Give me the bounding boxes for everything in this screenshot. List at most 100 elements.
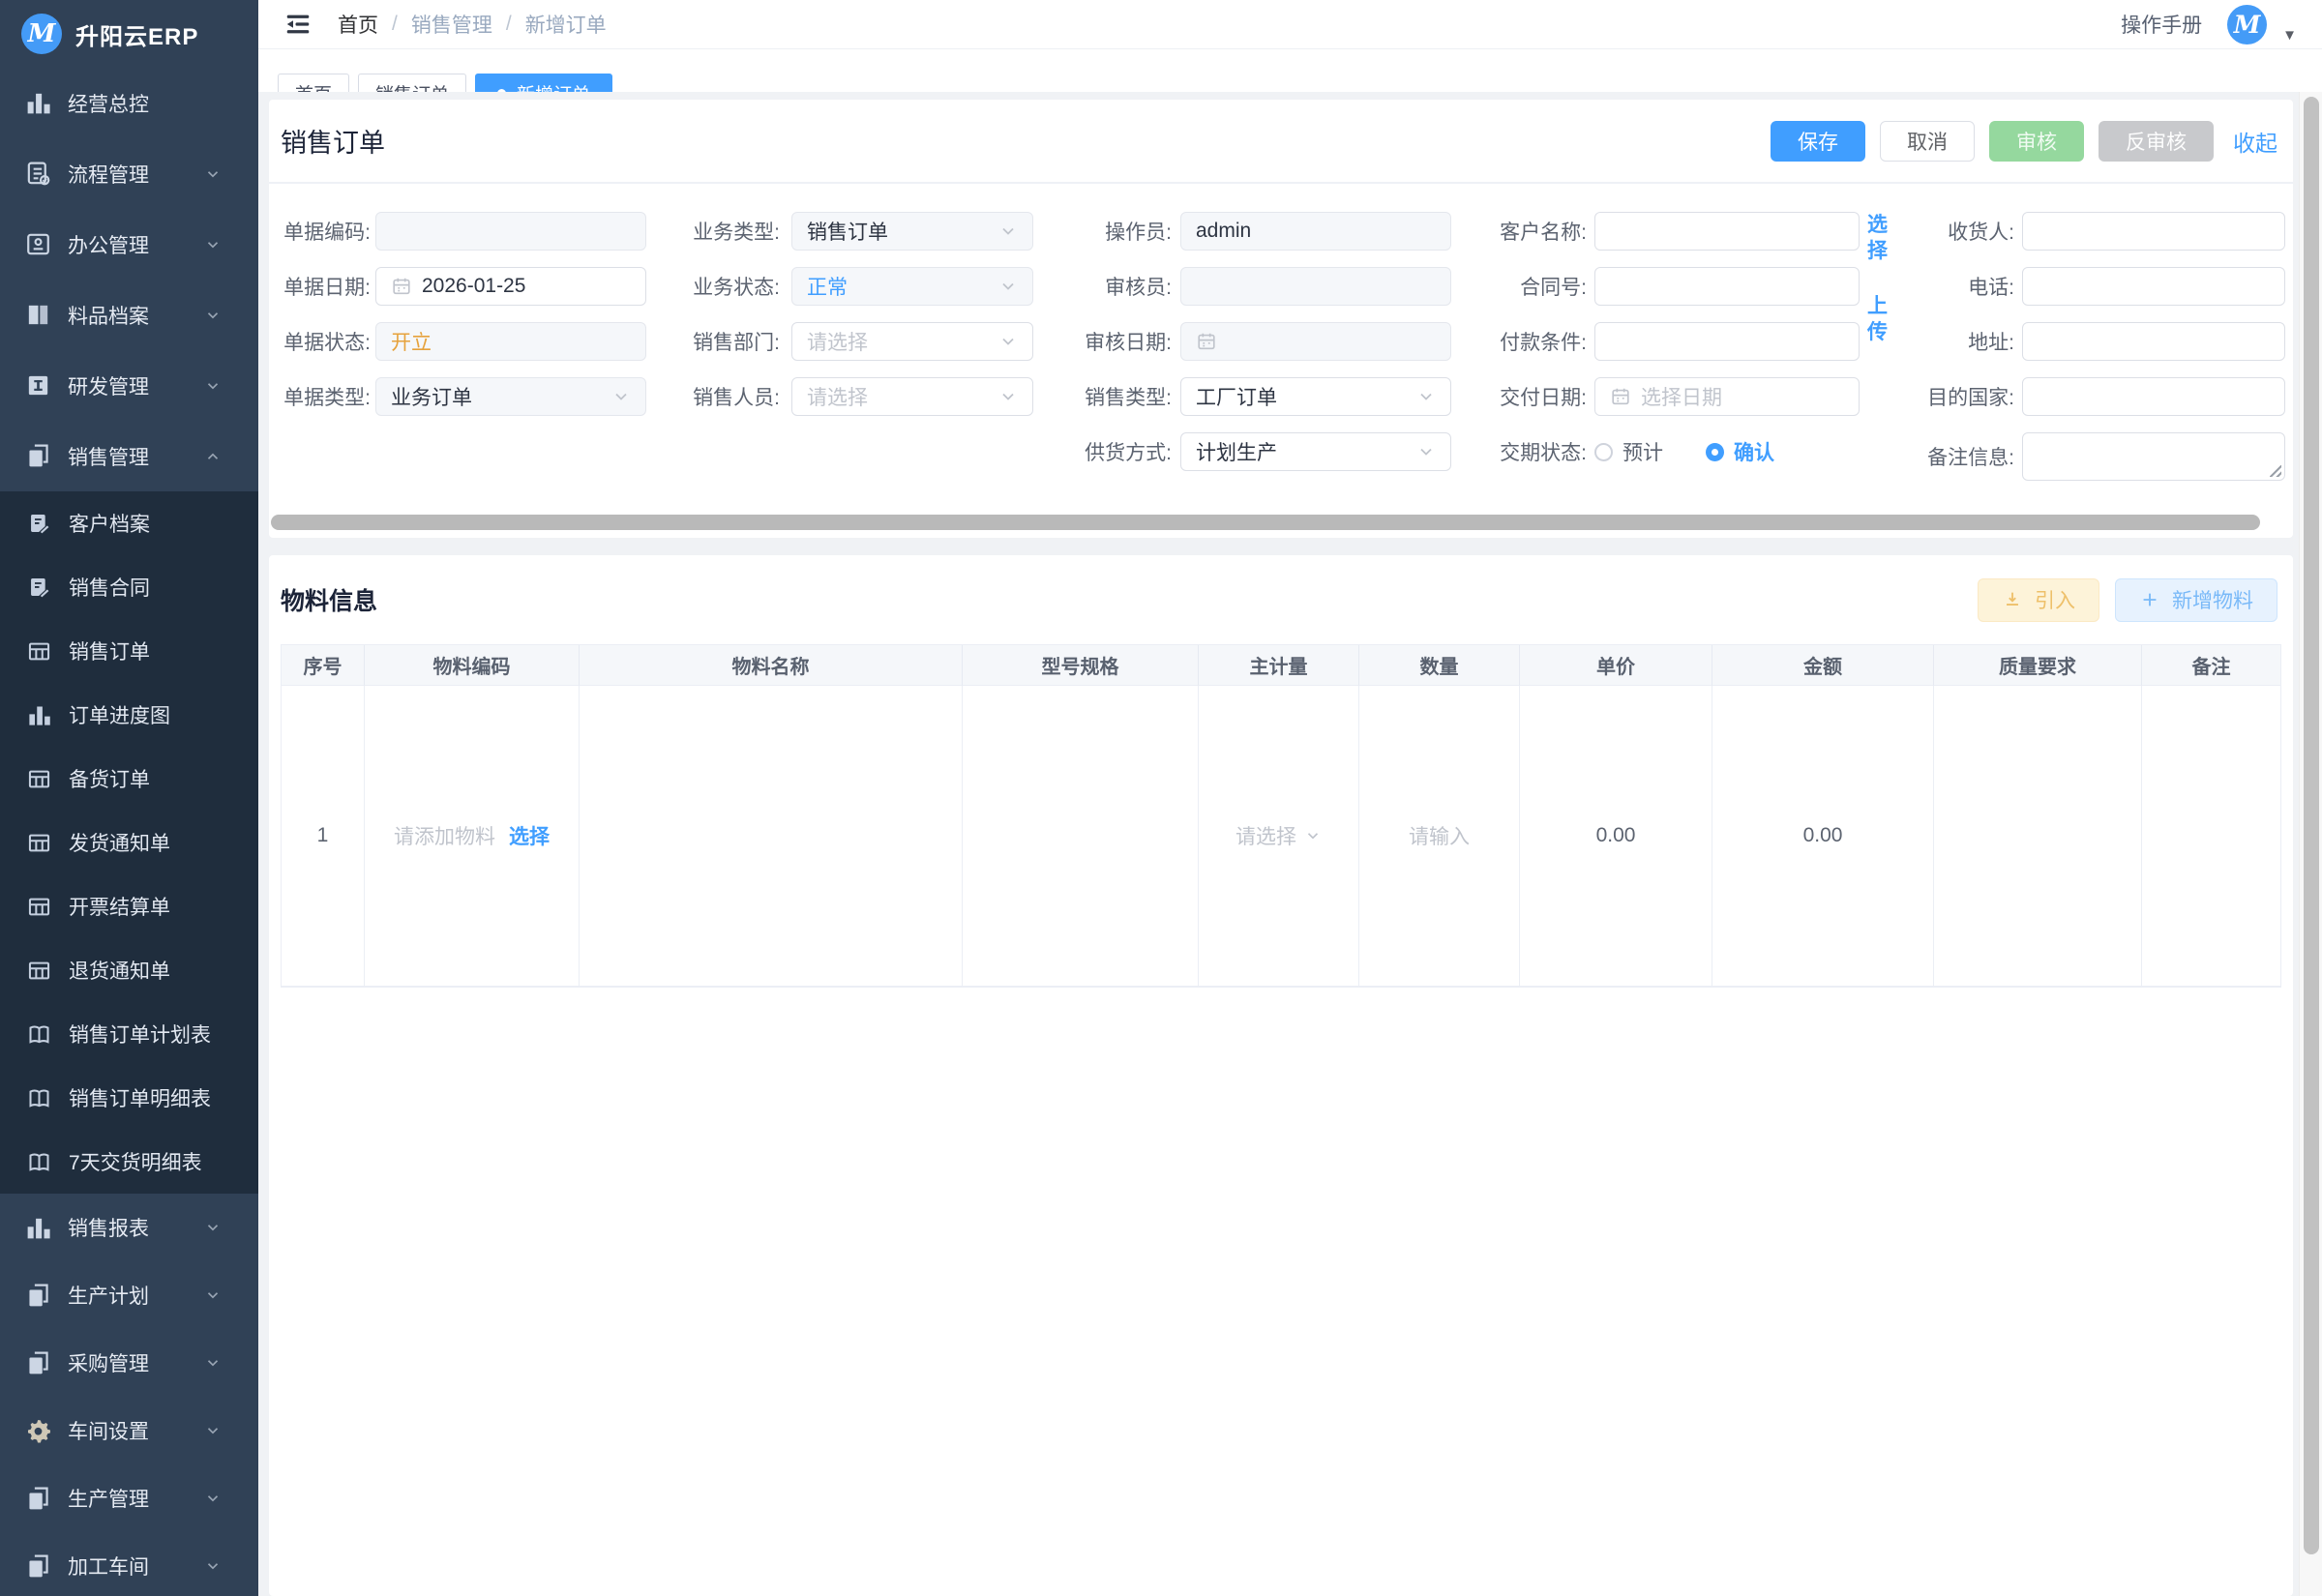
avatar[interactable]: M (2227, 4, 2268, 44)
chevron-down-icon (1416, 387, 1436, 406)
material-code-placeholder[interactable]: 请添加物料 (394, 821, 495, 850)
radio-checked-icon[interactable] (1706, 442, 1724, 461)
chevron-down-icon (204, 1490, 222, 1507)
sales-dept-label: 销售部门: (693, 332, 780, 354)
sidebar-item-sales-report[interactable]: 销售报表 (0, 1194, 258, 1261)
sales-person-select[interactable]: 请选择 (791, 377, 1033, 416)
auditor-field (1180, 267, 1451, 306)
radio-unchecked-icon[interactable] (1594, 442, 1613, 461)
customer-upload-link[interactable]: 上传 (1867, 293, 1892, 345)
table-grid-icon (26, 894, 52, 920)
tab-new-order[interactable]: 新增订单 (475, 74, 613, 92)
table-grid-icon (26, 638, 52, 665)
sidebar-item-purchasing[interactable]: 采购管理 (0, 1329, 258, 1397)
add-material-button[interactable]: 新增物料 (2115, 577, 2277, 622)
cell-unit-price[interactable]: 0.00 (1520, 686, 1712, 987)
biz-type-select[interactable]: 销售订单 (791, 212, 1033, 251)
delivery-date-field[interactable]: 选择日期 (1594, 377, 1860, 416)
chevron-down-icon (204, 377, 222, 395)
cell-material-code: 请添加物料 选择 (365, 686, 580, 987)
gear-icon (24, 1417, 52, 1445)
copy-document-icon (24, 1349, 52, 1377)
sidebar-item-sales-order[interactable]: 销售订单 (0, 619, 258, 683)
unaudit-button[interactable]: 反审核 (2099, 120, 2214, 162)
sidebar-item-materials[interactable]: 料品档案 (0, 280, 258, 350)
menu-fold-icon[interactable] (283, 10, 313, 39)
vertical-scrollbar-thumb[interactable] (2304, 97, 2319, 1554)
horizontal-scrollbar[interactable] (271, 515, 2291, 530)
brand-title: 升阳云ERP (75, 23, 199, 50)
dest-country-field[interactable] (2022, 377, 2285, 416)
sidebar-item-order-plan-report[interactable]: 销售订单计划表 (0, 1002, 258, 1066)
cell-quantity[interactable]: 请输入 (1359, 686, 1520, 987)
sidebar-item-invoice-settlement[interactable]: 开票结算单 (0, 874, 258, 938)
horizontal-scrollbar-thumb[interactable] (271, 515, 2260, 530)
bar-chart-icon (26, 702, 52, 728)
table-header-row: 序号 物料编码 物料名称 型号规格 主计量 数量 单价 金额 质量要求 备注 (282, 645, 2280, 686)
import-button[interactable]: 引入 (1978, 577, 2099, 622)
remark-textarea[interactable] (2022, 432, 2285, 481)
payment-terms-field[interactable] (1594, 322, 1860, 361)
bill-date-field[interactable]: 2026-01-25 (375, 267, 646, 306)
radio-confirmed-label[interactable]: 确认 (1734, 437, 1774, 466)
sidebar-item-machining-workshop[interactable]: 加工车间 (0, 1532, 258, 1596)
sidebar-item-7day-delivery-report[interactable]: 7天交货明细表 (0, 1130, 258, 1194)
cancel-button[interactable]: 取消 (1880, 120, 1975, 162)
breadcrumb-separator: / (392, 13, 398, 35)
tab-home[interactable]: 首页 (278, 74, 350, 92)
sidebar-item-shipping-notice[interactable]: 发货通知单 (0, 811, 258, 874)
sidebar-item-production-plan[interactable]: 生产计划 (0, 1261, 258, 1329)
delivery-date-label: 交付日期: (1500, 387, 1587, 409)
save-button[interactable]: 保存 (1771, 120, 1865, 162)
sales-dept-select[interactable]: 请选择 (791, 322, 1033, 361)
customer-select-link[interactable]: 选择 (1867, 212, 1892, 264)
sales-type-select[interactable]: 工厂订单 (1180, 377, 1451, 416)
consignee-field[interactable] (2022, 212, 2285, 251)
document-edit-icon (26, 511, 52, 537)
sidebar-item-sales-contract[interactable]: 销售合同 (0, 555, 258, 619)
tab-sales-order[interactable]: 销售订单 (358, 74, 467, 92)
cell-unit[interactable]: 请选择 (1199, 686, 1359, 987)
col-unit-price: 单价 (1520, 645, 1712, 686)
table-grid-icon (26, 958, 52, 984)
biz-status-select[interactable]: 正常 (791, 267, 1033, 306)
bill-type-label: 单据类型: (283, 387, 371, 409)
bill-code-field[interactable] (375, 212, 646, 251)
sidebar-item-sales[interactable]: 销售管理 (0, 421, 258, 491)
radio-expected-label[interactable]: 预计 (1622, 437, 1663, 466)
order-form: 单据编码: 单据日期: 2026-01-25 单据状态: 开立 单据类型: 业务… (269, 184, 2293, 481)
col-material-name: 物料名称 (580, 645, 963, 686)
customer-field[interactable] (1594, 212, 1860, 251)
page-title: 销售订单 (281, 129, 385, 158)
collapse-link[interactable]: 收起 (2233, 125, 2277, 158)
remark-label: 备注信息: (1927, 447, 2014, 469)
contract-no-field[interactable] (1594, 267, 1860, 306)
cell-remark (2142, 686, 2280, 987)
breadcrumb-sales-mgmt: 销售管理 (410, 15, 492, 37)
sidebar-item-stock-order[interactable]: 备货订单 (0, 747, 258, 811)
sidebar-item-order-progress[interactable]: 订单进度图 (0, 683, 258, 747)
supply-mode-select[interactable]: 计划生产 (1180, 432, 1451, 471)
sidebar-item-production-mgmt[interactable]: 生产管理 (0, 1464, 258, 1532)
sidebar-item-office[interactable]: 办公管理 (0, 209, 258, 280)
address-field[interactable] (2022, 322, 2285, 361)
bill-type-select[interactable]: 业务订单 (375, 377, 646, 416)
sidebar-item-return-notice[interactable]: 退货通知单 (0, 938, 258, 1002)
sidebar-item-dashboard[interactable]: 经营总控 (0, 68, 258, 138)
document-edit-icon (26, 575, 52, 601)
audit-date-field (1180, 322, 1451, 361)
phone-field[interactable] (2022, 267, 2285, 306)
sidebar-item-workshop-settings[interactable]: 车间设置 (0, 1397, 258, 1464)
vertical-scrollbar[interactable] (2299, 92, 2322, 1596)
manual-link[interactable]: 操作手册 (2121, 10, 2202, 39)
sidebar-item-process[interactable]: 流程管理 (0, 138, 258, 209)
sidebar-item-rnd[interactable]: 研发管理 (0, 350, 258, 421)
choose-material-link[interactable]: 选择 (509, 821, 550, 850)
sidebar-item-order-detail-report[interactable]: 销售订单明细表 (0, 1066, 258, 1130)
audit-button[interactable]: 审核 (1989, 120, 2084, 162)
sidebar-item-customer-files[interactable]: 客户档案 (0, 491, 258, 555)
bill-status-label: 单据状态: (283, 332, 371, 354)
caret-down-icon[interactable]: ▼ (2282, 27, 2297, 44)
breadcrumb-home[interactable]: 首页 (338, 10, 378, 39)
sales-type-label: 销售类型: (1085, 387, 1172, 409)
